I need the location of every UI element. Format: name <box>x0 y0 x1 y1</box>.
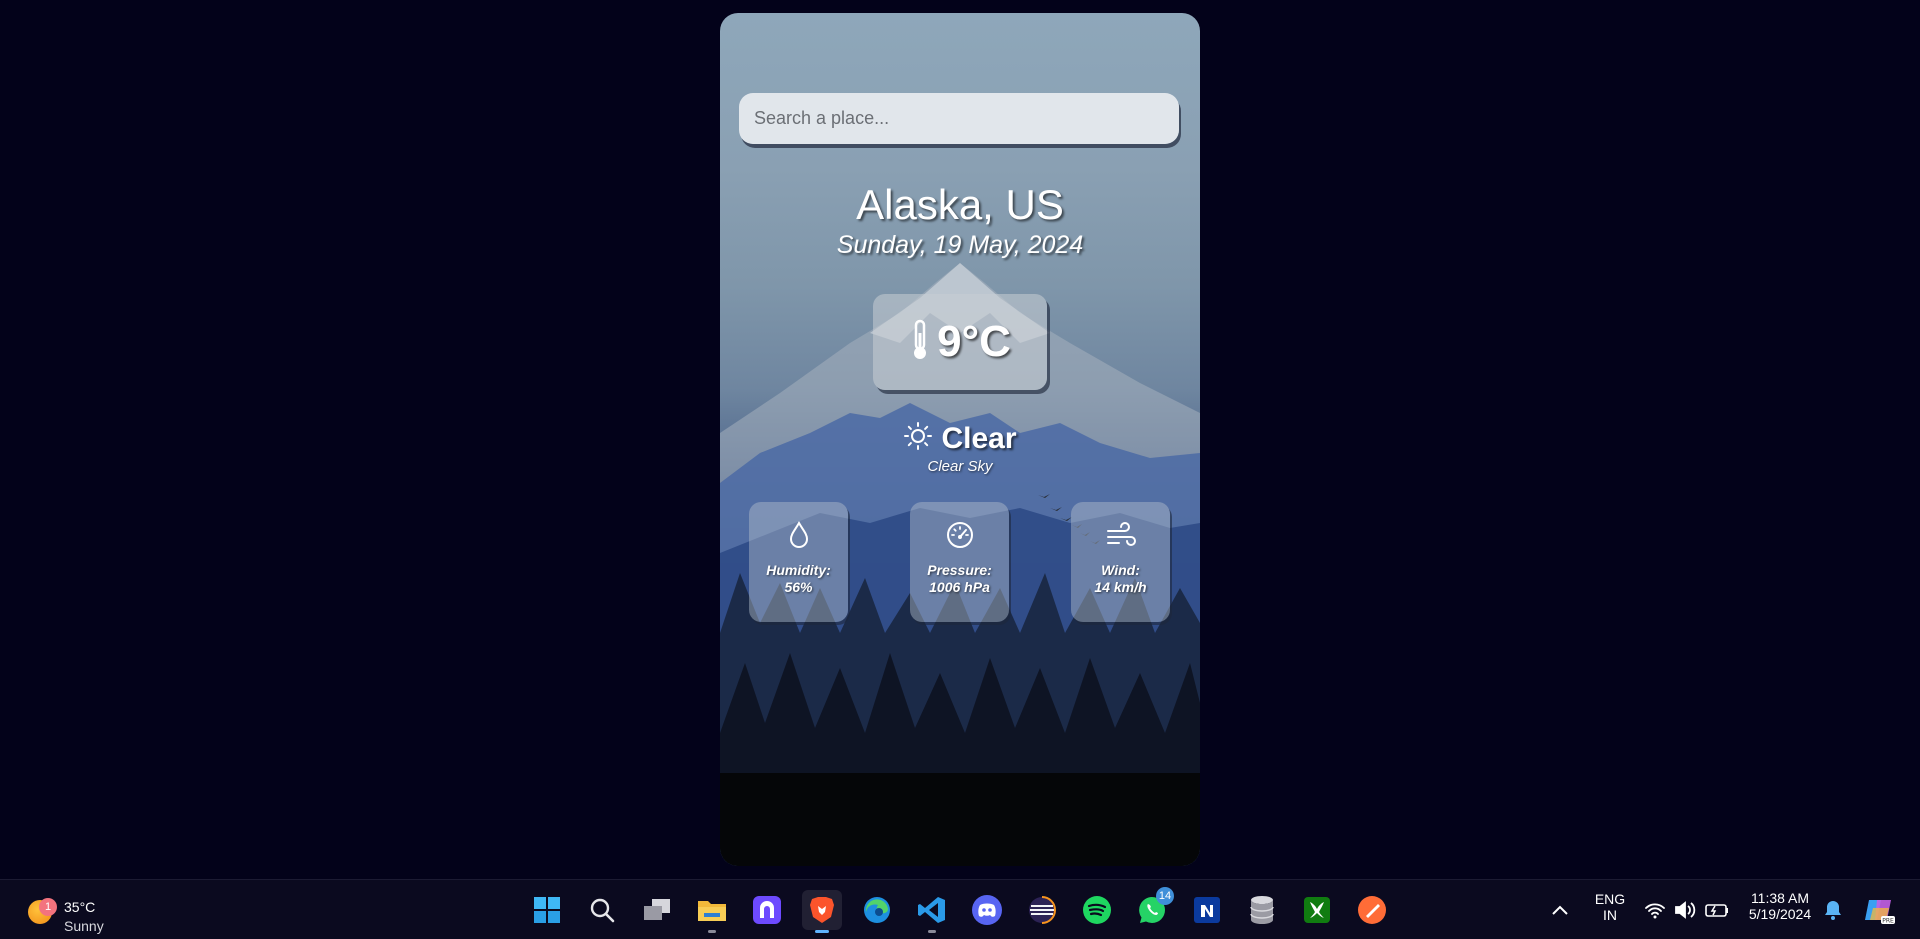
wind-icon <box>1071 520 1170 550</box>
postman-button[interactable] <box>1352 890 1392 930</box>
show-hidden-icons-button[interactable] <box>1540 890 1580 930</box>
copilot-button[interactable]: PRE <box>1858 890 1902 930</box>
volume-icon <box>1675 901 1696 919</box>
active-indicator <box>815 930 829 933</box>
brave-icon <box>810 897 834 923</box>
quick-settings-button[interactable] <box>1640 890 1740 930</box>
wifi-icon <box>1645 903 1665 915</box>
region-label: IN <box>1603 907 1617 923</box>
discord-button[interactable] <box>967 890 1007 930</box>
eclipse-button[interactable] <box>1022 890 1062 930</box>
spotify-icon <box>1083 896 1111 924</box>
edge-icon <box>864 897 890 923</box>
condition-row: Clear <box>720 421 1200 456</box>
svg-text:PRE: PRE <box>1882 918 1894 925</box>
weather-notification-badge: 1 <box>39 898 57 916</box>
taskbar-weather-widget[interactable]: 1 35°C Sunny <box>24 890 134 934</box>
taskbar-search-button[interactable] <box>582 890 622 930</box>
vpn-app-button[interactable] <box>747 890 787 930</box>
running-indicator <box>708 930 716 933</box>
battery-icon <box>1705 904 1728 917</box>
start-button[interactable] <box>527 890 567 930</box>
clock-time: 11:38 AM <box>1750 890 1810 906</box>
weather-card: Alaska, US Sunday, 19 May, 2024 9°C <box>720 13 1200 866</box>
whatsapp-button[interactable]: 14 <box>1132 887 1174 930</box>
humidity-card: Humidity: 56% <box>749 502 848 622</box>
thermometer-icon <box>909 319 931 366</box>
weather-temp: 35°C <box>64 899 96 915</box>
temperature-box: 9°C <box>873 294 1047 390</box>
folder-icon <box>698 901 726 921</box>
droplet-icon <box>749 520 848 550</box>
notion-button[interactable] <box>1187 890 1227 930</box>
edge-browser-button[interactable] <box>857 890 897 930</box>
copilot-icon: PRE <box>1865 900 1895 925</box>
vscode-button[interactable] <box>912 890 952 933</box>
temperature-value: 9°C <box>937 317 1011 366</box>
database-app-button[interactable] <box>1242 890 1282 930</box>
date-label: Sunday, 19 May, 2024 <box>836 231 1084 259</box>
wind-value: 14 km/h <box>1094 579 1147 595</box>
taskbar: 1 35°C Sunny 14 ENG IN 11:38 AM 5/19/202… <box>0 879 1920 939</box>
task-view-icon <box>644 899 670 920</box>
humidity-value: 56% <box>784 579 813 595</box>
bell-icon <box>1825 901 1841 920</box>
pressure-label: Pressure: <box>927 562 992 578</box>
spotify-button[interactable] <box>1077 890 1117 930</box>
xbox-button[interactable] <box>1297 890 1337 930</box>
search-input[interactable] <box>739 93 1179 144</box>
weather-condition: Sunny <box>64 918 104 934</box>
database-icon <box>1250 896 1274 924</box>
condition-label: Clear <box>941 421 1017 455</box>
clock[interactable]: 11:38 AM 5/19/2024 <box>1740 890 1820 922</box>
clock-date: 5/19/2024 <box>1748 906 1812 922</box>
xbox-icon <box>1304 897 1330 923</box>
system-status-icons <box>1645 901 1728 919</box>
postman-icon <box>1358 896 1386 924</box>
notifications-button[interactable] <box>1815 890 1851 930</box>
file-explorer-button[interactable] <box>692 890 732 933</box>
wind-label: Wind: <box>1101 562 1140 578</box>
task-view-button[interactable] <box>637 890 677 930</box>
desktop: Alaska, US Sunday, 19 May, 2024 9°C <box>0 0 1920 879</box>
notion-icon <box>1194 897 1220 923</box>
language-indicator[interactable]: ENG IN <box>1585 891 1635 923</box>
whatsapp-notification-badge: 14 <box>1156 887 1174 905</box>
condition-description: Clear Sky <box>927 458 993 475</box>
pressure-card: Pressure: 1006 hPa <box>910 502 1009 622</box>
running-indicator <box>928 930 936 933</box>
windows-icon <box>534 897 560 923</box>
chevron-up-icon <box>1552 905 1568 915</box>
discord-icon <box>972 895 1002 925</box>
brave-browser-button[interactable] <box>802 890 842 933</box>
eclipse-icon <box>1029 896 1056 924</box>
pressure-value: 1006 hPa <box>929 579 990 595</box>
search-icon <box>590 898 615 923</box>
humidity-label: Humidity: <box>766 562 831 578</box>
vscode-icon <box>918 897 945 923</box>
vpn-icon <box>753 896 781 924</box>
language-label: ENG <box>1594 891 1626 907</box>
location-title: Alaska, US <box>856 181 1064 228</box>
sun-icon <box>903 421 933 456</box>
wind-card: Wind: 14 km/h <box>1071 502 1170 622</box>
gauge-icon <box>910 520 1009 550</box>
